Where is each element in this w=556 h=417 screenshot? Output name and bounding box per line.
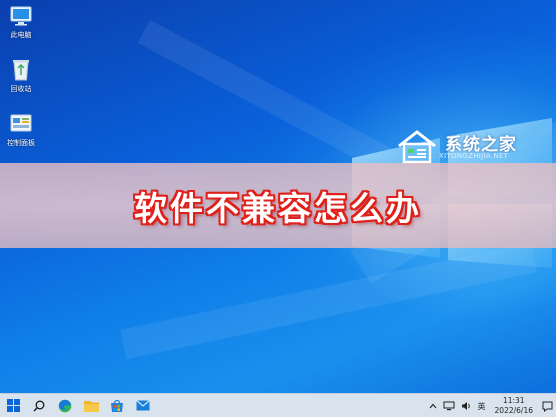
- control-panel-icon: [10, 114, 32, 132]
- desktop-icon-computer[interactable]: 此电脑: [4, 4, 38, 40]
- windows-start-icon: [6, 399, 20, 412]
- desktop-icon-label: 回收站: [10, 85, 32, 93]
- notifications-button[interactable]: [539, 394, 556, 417]
- search-icon: [33, 400, 45, 411]
- title-banner: 软件不兼容怎么办: [0, 163, 556, 248]
- house-logo-icon: [398, 130, 436, 164]
- file-explorer-taskbar-button[interactable]: [78, 394, 104, 417]
- edge-taskbar-button[interactable]: [52, 394, 78, 417]
- desktop-icon-label: 此电脑: [10, 31, 32, 39]
- show-hidden-icons-button[interactable]: [426, 394, 440, 417]
- mail-taskbar-button[interactable]: [130, 394, 156, 417]
- chevron-up-icon: [429, 403, 436, 409]
- desktop-icon-recycle-bin[interactable]: 回收站: [4, 56, 38, 94]
- desktop-icon-label: 控制面板: [7, 139, 35, 147]
- network-button[interactable]: [440, 394, 458, 417]
- input-language-button[interactable]: 英: [475, 394, 489, 417]
- start-button[interactable]: [0, 394, 26, 417]
- system-tray: 英 11:31 2022/6/16: [426, 394, 556, 417]
- edge-browser-icon: [58, 399, 72, 412]
- desktop-icon-control-panel[interactable]: 控制面板: [4, 112, 38, 148]
- computer-icon: [10, 6, 32, 26]
- clock-time: 11:31: [502, 396, 525, 405]
- taskbar: 英 11:31 2022/6/16: [0, 393, 556, 417]
- mail-icon: [136, 400, 150, 411]
- file-explorer-icon: [83, 400, 99, 412]
- recycle-bin-icon: [13, 60, 29, 81]
- search-button[interactable]: [26, 394, 52, 417]
- banner-title: 软件不兼容怎么办: [134, 188, 422, 228]
- volume-button[interactable]: [458, 394, 475, 417]
- speaker-icon: [461, 402, 470, 410]
- watermark-url: XITONGZHIJIA.NET: [439, 152, 509, 160]
- store-taskbar-button[interactable]: [104, 394, 130, 417]
- clock-button[interactable]: 11:31 2022/6/16: [489, 394, 539, 417]
- notification-icon: [542, 401, 553, 412]
- microsoft-store-icon: [111, 399, 123, 412]
- network-icon: [443, 401, 455, 411]
- site-watermark: 系统之家 XITONGZHIJIA.NET: [395, 128, 555, 166]
- clock-date: 2022/6/16: [494, 406, 533, 415]
